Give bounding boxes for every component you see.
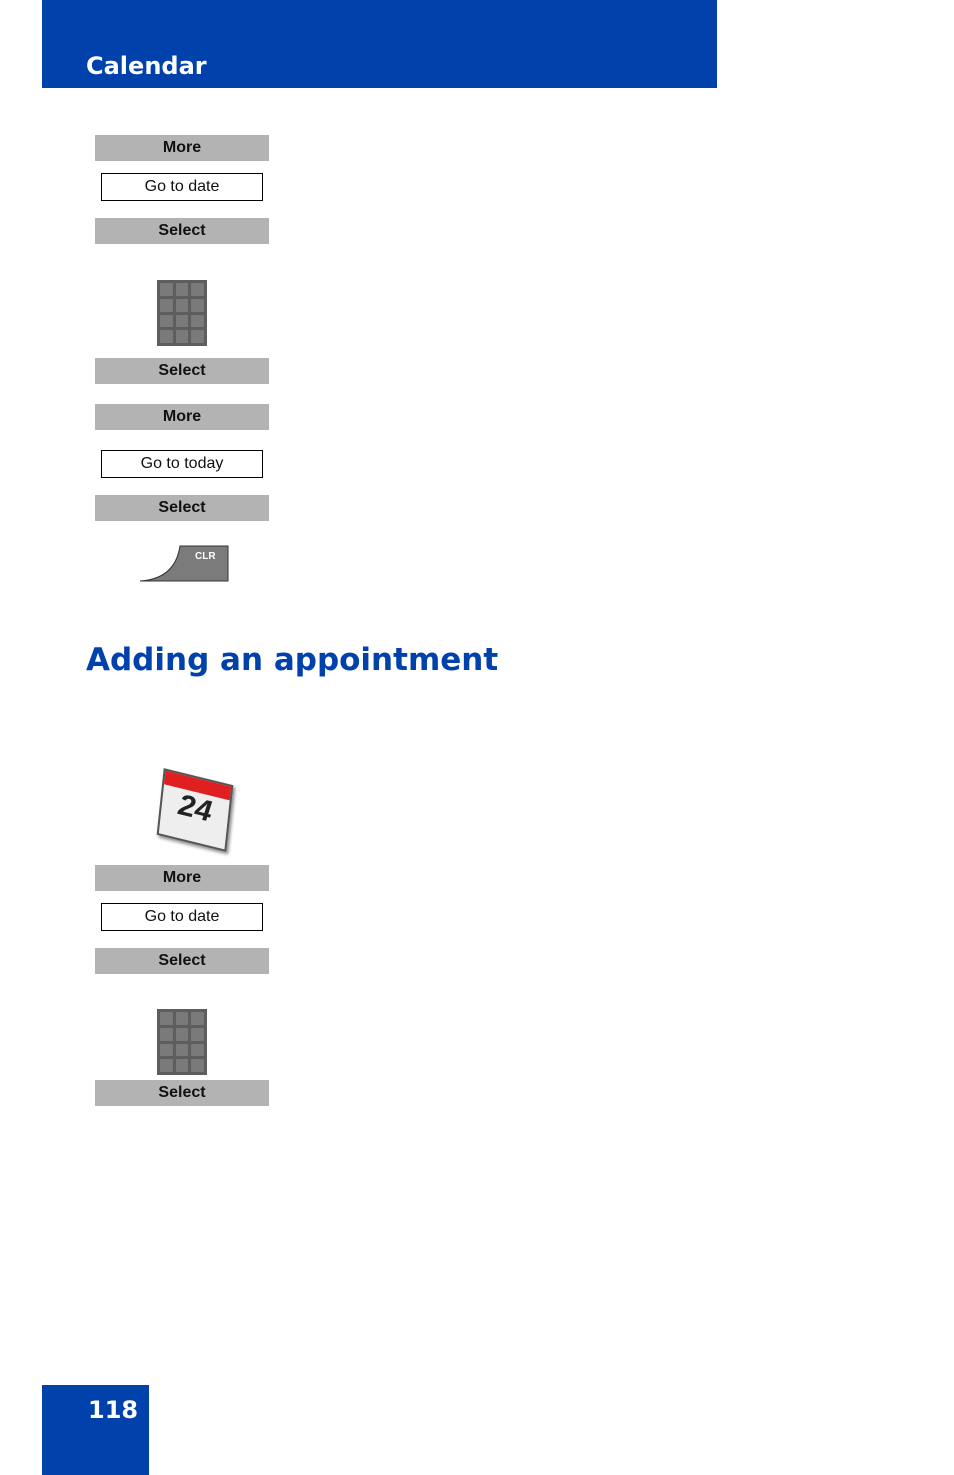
clr-key-icon: CLR bbox=[139, 545, 230, 582]
go-to-date-option[interactable]: Go to date bbox=[101, 903, 263, 931]
select-softkey[interactable]: Select bbox=[95, 1080, 269, 1106]
more-softkey[interactable]: More bbox=[95, 404, 269, 430]
more-softkey[interactable]: More bbox=[95, 865, 269, 891]
calendar-icon: 24 bbox=[152, 768, 236, 852]
go-to-today-option[interactable]: Go to today bbox=[101, 450, 263, 478]
select-softkey[interactable]: Select bbox=[95, 358, 269, 384]
select-softkey[interactable]: Select bbox=[95, 495, 269, 521]
keypad-icon bbox=[157, 1009, 207, 1075]
select-softkey[interactable]: Select bbox=[95, 218, 269, 244]
select-softkey[interactable]: Select bbox=[95, 948, 269, 974]
chapter-title: Calendar bbox=[86, 52, 207, 80]
go-to-date-option[interactable]: Go to date bbox=[101, 173, 263, 201]
section-heading: Adding an appointment bbox=[86, 642, 499, 678]
keypad-icon bbox=[157, 280, 207, 346]
page-number: 118 bbox=[88, 1396, 139, 1424]
more-softkey[interactable]: More bbox=[95, 135, 269, 161]
